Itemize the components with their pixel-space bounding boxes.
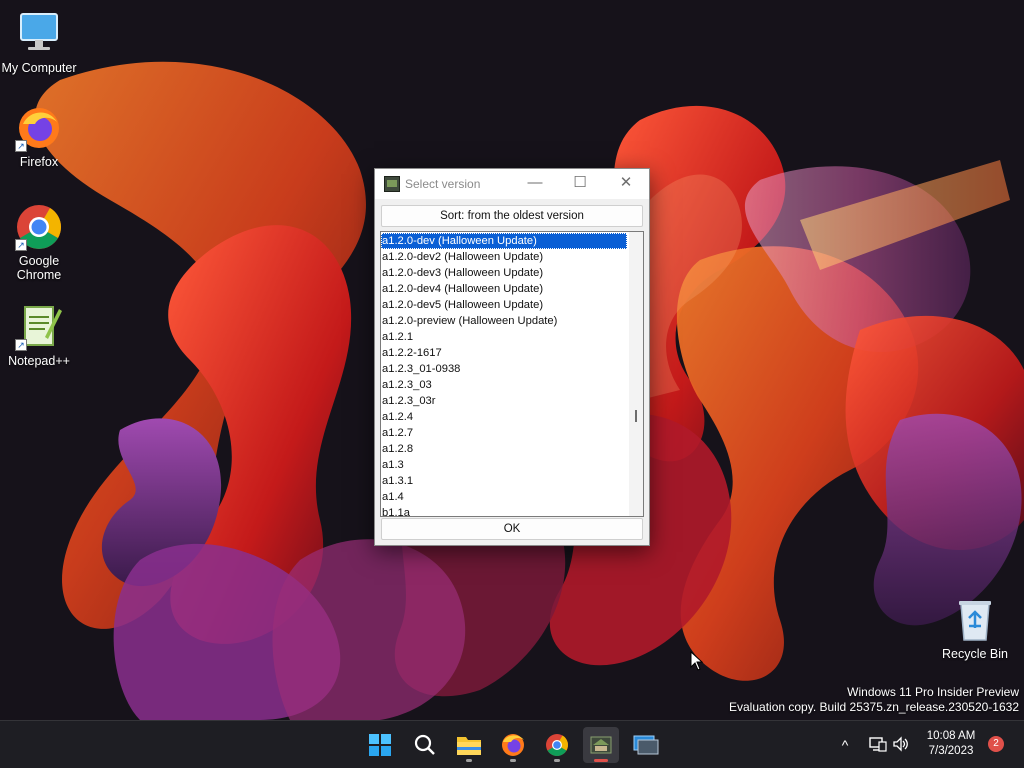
version-list: a1.2.0-dev (Halloween Update) a1.2.0-dev2…	[381, 233, 627, 516]
windows-logo-icon	[369, 734, 391, 756]
chrome-icon	[546, 734, 568, 756]
search-icon	[414, 734, 435, 755]
maximize-button[interactable]: ☐	[557, 169, 603, 199]
version-list-item[interactable]: a1.2.0-preview (Halloween Update)	[381, 313, 627, 329]
remote-desktop-taskbar-button[interactable]	[627, 727, 663, 763]
desktop-icon-recycle-bin[interactable]: Recycle Bin	[936, 596, 1014, 661]
file-explorer-button[interactable]	[451, 727, 487, 763]
version-list-item[interactable]: a1.3	[381, 457, 627, 473]
version-list-item[interactable]: a1.3.1	[381, 473, 627, 489]
windows-watermark: Windows 11 Pro Insider Preview Evaluatio…	[729, 685, 1019, 715]
show-hidden-icons-button[interactable]: ^	[835, 735, 855, 755]
notepadpp-icon: ↗	[15, 303, 63, 351]
monitor-icon	[633, 735, 659, 755]
version-list-item[interactable]: a1.2.3_03	[381, 377, 627, 393]
vertical-scrollbar[interactable]	[629, 232, 643, 516]
firefox-icon: ↗	[15, 104, 63, 152]
desktop-icon-label: Recycle Bin	[942, 647, 1008, 661]
folder-icon	[457, 737, 481, 755]
chrome-icon: ↗	[15, 203, 63, 251]
recycle-bin-icon	[951, 596, 999, 644]
mouse-cursor-icon	[690, 651, 704, 671]
network-icon[interactable]	[869, 736, 887, 752]
dialog-titlebar[interactable]: Select version — ☐ ✕	[375, 169, 649, 199]
version-list-item[interactable]: a1.2.3_03r	[381, 393, 627, 409]
ok-button[interactable]: OK	[381, 518, 643, 540]
version-list-item[interactable]: a1.2.8	[381, 441, 627, 457]
desktop-icon-label: Notepad++	[8, 354, 70, 368]
version-list-item[interactable]: a1.2.4	[381, 409, 627, 425]
version-list-item[interactable]: a1.2.2-1617	[381, 345, 627, 361]
shortcut-arrow-icon: ↗	[15, 339, 27, 351]
monitor-icon	[15, 10, 63, 58]
firefox-icon	[502, 734, 524, 756]
watermark-edition: Windows 11 Pro Insider Preview	[847, 685, 1019, 699]
desktop-icon-label: Firefox	[19, 155, 59, 169]
version-list-item[interactable]: a1.2.0-dev4 (Halloween Update)	[381, 281, 627, 297]
version-list-item[interactable]: a1.2.0-dev (Halloween Update)	[381, 233, 627, 249]
running-indicator	[554, 759, 560, 762]
sort-button[interactable]: Sort: from the oldest version	[381, 205, 643, 227]
version-list-item[interactable]: a1.4	[381, 489, 627, 505]
desktop-icon-firefox[interactable]: ↗ Firefox	[0, 104, 78, 169]
version-list-item[interactable]: b1.1a	[381, 505, 627, 516]
version-list-item[interactable]: a1.2.7	[381, 425, 627, 441]
desktop-icon-my-computer[interactable]: My Computer	[0, 10, 78, 75]
close-button[interactable]: ✕	[603, 169, 649, 199]
version-selector-taskbar-button[interactable]	[583, 727, 619, 763]
desktop-icon-google-chrome[interactable]: ↗ Google Chrome	[0, 203, 78, 282]
notification-badge[interactable]: 2	[988, 736, 1004, 752]
version-listbox[interactable]: a1.2.0-dev (Halloween Update) a1.2.0-dev2…	[380, 231, 644, 517]
shortcut-arrow-icon: ↗	[15, 140, 27, 152]
desktop-icon-label: My Computer	[1, 61, 77, 75]
version-list-item[interactable]: a1.2.0-dev3 (Halloween Update)	[381, 265, 627, 281]
active-indicator	[594, 759, 608, 762]
app-icon	[590, 736, 612, 754]
app-icon	[384, 176, 400, 192]
start-button[interactable]	[362, 727, 398, 763]
select-version-dialog: Select version — ☐ ✕ Sort: from the olde…	[374, 168, 650, 546]
system-clock[interactable]: 10:08 AM 7/3/2023	[918, 729, 984, 759]
version-list-item[interactable]: a1.2.1	[381, 329, 627, 345]
minimize-button[interactable]: —	[512, 169, 558, 199]
version-list-item[interactable]: a1.2.3_01-0938	[381, 361, 627, 377]
watermark-build: Evaluation copy. Build 25375.zn_release.…	[729, 700, 1019, 714]
volume-icon[interactable]	[892, 736, 910, 752]
dialog-title: Select version	[405, 177, 481, 191]
chrome-taskbar-button[interactable]	[539, 727, 575, 763]
version-list-item[interactable]: a1.2.0-dev5 (Halloween Update)	[381, 297, 627, 313]
scrollbar-thumb[interactable]	[635, 410, 637, 422]
shortcut-arrow-icon: ↗	[15, 239, 27, 251]
clock-date: 7/3/2023	[928, 745, 974, 757]
running-indicator	[466, 759, 472, 762]
running-indicator	[510, 759, 516, 762]
firefox-taskbar-button[interactable]	[495, 727, 531, 763]
desktop-icon-notepadpp[interactable]: ↗ Notepad++	[0, 303, 78, 368]
clock-time: 10:08 AM	[926, 730, 976, 742]
desktop-icon-label: Google Chrome	[16, 254, 62, 282]
search-button[interactable]	[407, 727, 443, 763]
taskbar: ^ 10:08 AM 7/3/2023 2	[0, 720, 1024, 768]
version-list-item[interactable]: a1.2.0-dev2 (Halloween Update)	[381, 249, 627, 265]
